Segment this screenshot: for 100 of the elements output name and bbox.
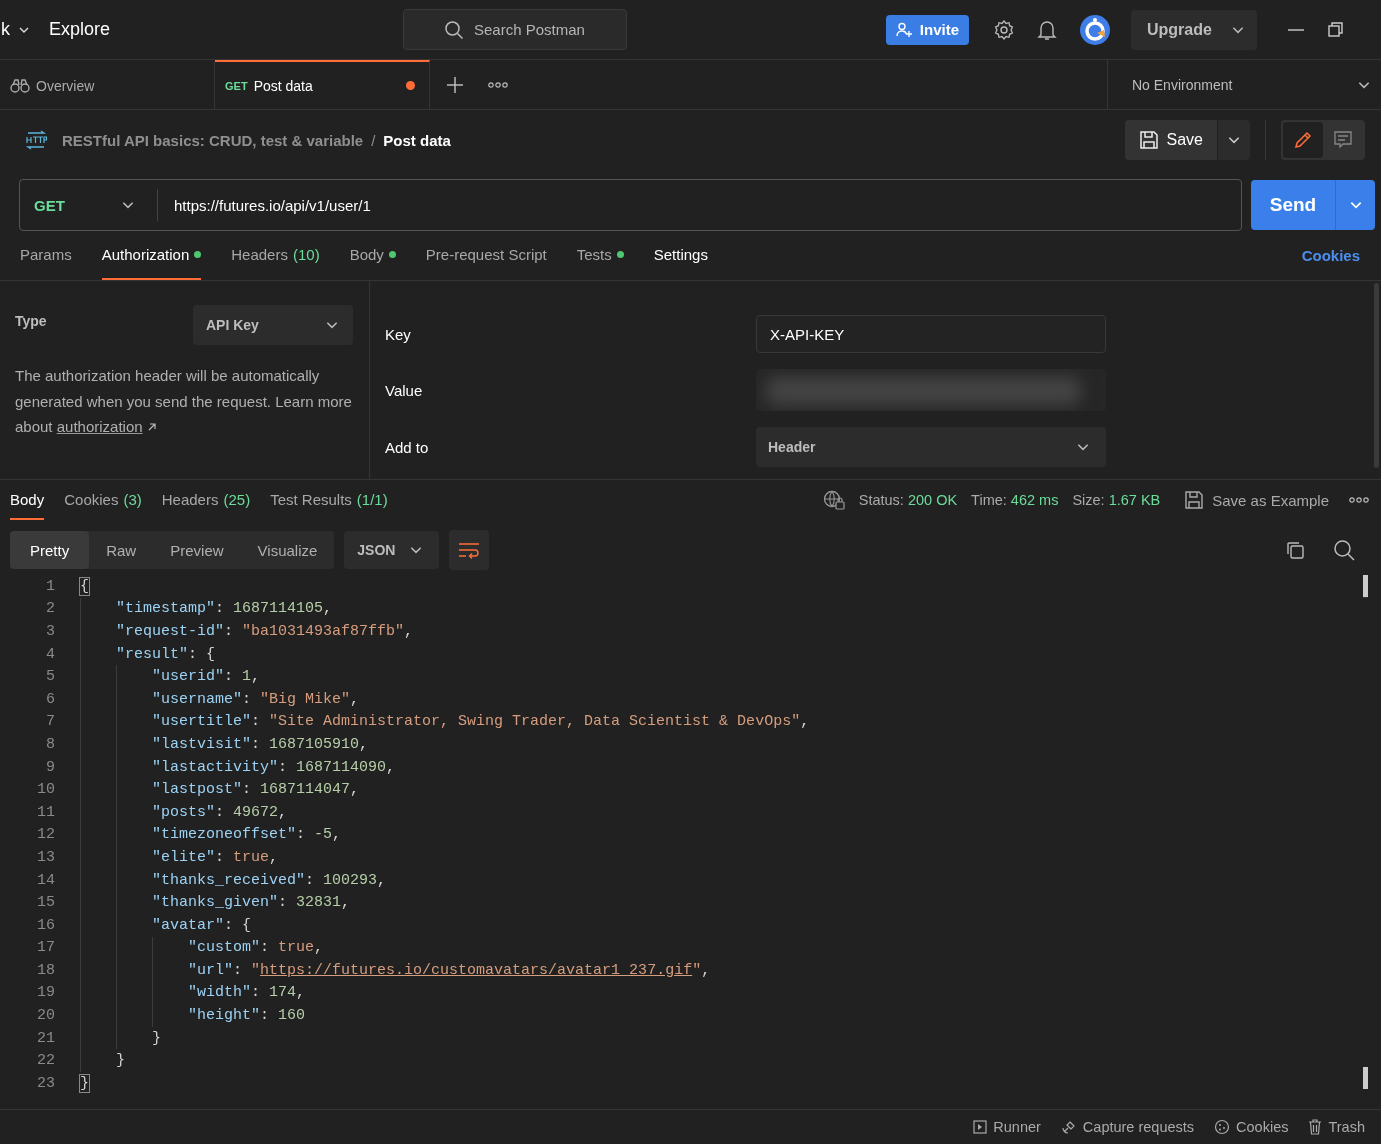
footer-button[interactable]: Cookies: [1214, 1119, 1289, 1135]
request-tab[interactable]: GET Post data: [215, 60, 430, 109]
line-number: 21: [36, 1029, 55, 1047]
restore-icon[interactable]: [1327, 20, 1345, 39]
breadcrumb-separator: /: [371, 131, 376, 149]
scroll-marker: [1363, 1067, 1368, 1089]
code-line: "height": 160: [187, 1007, 306, 1025]
line-number: 1: [45, 577, 55, 595]
request-section-tab[interactable]: Params: [20, 231, 72, 280]
line-number: 9: [45, 758, 55, 776]
wrap-lines-icon: [458, 541, 481, 559]
environment-select[interactable]: No Environment: [1107, 60, 1381, 109]
invite-button[interactable]: Invite: [885, 14, 969, 45]
field-label: Value: [385, 381, 424, 399]
format-select[interactable]: JSON: [344, 531, 440, 569]
code-line: "lastactivity": 1687114090,: [151, 758, 396, 776]
more-icon[interactable]: [488, 80, 508, 89]
send-button[interactable]: Send: [1251, 180, 1335, 230]
line-number: 7: [45, 713, 55, 731]
save-button[interactable]: Save: [1124, 120, 1217, 160]
line-number: 10: [36, 781, 55, 799]
code-line: "usertitle": "Site Administrator, Swing Trader, Data Scientist & DevOps",: [151, 713, 810, 731]
code-line: "thanks_received": 100293,: [151, 871, 387, 889]
edit-button[interactable]: [1283, 122, 1323, 158]
code-line: "timestamp": 1687114105,: [115, 600, 333, 618]
footer-button[interactable]: Runner: [973, 1119, 1041, 1135]
explore-link[interactable]: Explore: [49, 19, 111, 40]
avatar-icon[interactable]: [1079, 13, 1111, 46]
code-line: "lastvisit": 1687105910,: [151, 735, 369, 753]
line-number: 3: [45, 623, 55, 640]
cookies-link[interactable]: Cookies: [1301, 247, 1360, 264]
line-number: 16: [36, 916, 55, 934]
line-number: 2: [45, 600, 55, 618]
request-section-tab[interactable]: Authorization: [101, 231, 202, 280]
add-to-select[interactable]: Header: [756, 427, 1106, 467]
binoculars-icon: [10, 77, 30, 94]
authorization-link[interactable]: authorization: [56, 418, 157, 435]
type-label: Type: [15, 313, 47, 329]
scrollbar-thumb[interactable]: [1374, 283, 1379, 468]
request-section-tab[interactable]: Headers (10): [231, 231, 320, 280]
code-line: "username": "Big Mike",: [151, 690, 360, 708]
workspace-menu[interactable]: k: [1, 19, 10, 40]
request-section-tab[interactable]: Body: [349, 231, 396, 280]
key-field[interactable]: X-API-KEY: [756, 315, 1106, 353]
auth-type-select[interactable]: API Key: [193, 305, 353, 345]
line-number: 17: [36, 939, 55, 957]
code-line: "userid": 1,: [151, 668, 261, 686]
url-field[interactable]: https://futures.io/api/v1/user/1: [158, 195, 1241, 215]
request-url-bar[interactable]: GET https://futures.io/api/v1/user/1: [19, 179, 1242, 231]
code-line: }: [80, 1074, 89, 1092]
request-section-tab[interactable]: Tests: [576, 231, 624, 280]
line-number: 14: [36, 871, 55, 889]
more-icon[interactable]: [1349, 496, 1369, 504]
response-tab[interactable]: Test Results (1/1): [270, 480, 388, 520]
search-icon[interactable]: [1333, 539, 1355, 561]
copy-icon[interactable]: [1285, 540, 1305, 560]
response-tab[interactable]: Body: [10, 480, 45, 520]
pencil-icon: [1293, 130, 1313, 150]
upgrade-button[interactable]: Upgrade: [1131, 9, 1257, 50]
line-number: 11: [36, 803, 55, 821]
line-number: 19: [36, 984, 55, 1002]
search-field[interactable]: Search Postman: [403, 9, 627, 50]
value-field[interactable]: [756, 369, 1106, 411]
view-mode-tab[interactable]: Preview: [153, 531, 241, 569]
view-mode-tab[interactable]: Pretty: [10, 531, 90, 569]
save-as-example-button[interactable]: Save as Example: [1184, 490, 1329, 510]
code-line: "custom": true,: [187, 939, 324, 957]
wrap-lines-button[interactable]: [449, 530, 490, 570]
external-link-icon: [146, 422, 157, 432]
settings-icon[interactable]: [993, 18, 1015, 41]
code-line: "request-id": "ba1031493af87ffb",: [115, 623, 414, 640]
code-line: "timezoneoffset": -5,: [151, 826, 342, 844]
code-line: "lastpost": 1687114047,: [151, 781, 360, 799]
http-icon: [24, 130, 48, 150]
notification-bell-icon[interactable]: [1037, 18, 1057, 41]
response-tab[interactable]: Headers (25): [161, 480, 251, 520]
view-mode-tab[interactable]: Raw: [89, 531, 154, 569]
footer-button[interactable]: Trash: [1308, 1119, 1365, 1135]
line-number: 8: [45, 735, 55, 753]
field-label: Add to: [385, 438, 430, 456]
trash-icon: [1308, 1119, 1323, 1135]
method-select[interactable]: GET: [20, 189, 158, 221]
globe-lock-icon[interactable]: [822, 490, 845, 510]
line-number: 18: [36, 961, 55, 979]
scroll-marker: [1363, 575, 1368, 598]
view-mode-tab[interactable]: Visualize: [240, 531, 335, 569]
collection-link[interactable]: RESTful API basics: CRUD, test & variable: [62, 131, 364, 149]
add-person-icon: [895, 21, 914, 38]
request-section-tab[interactable]: Settings: [653, 231, 708, 280]
line-number: 5: [45, 668, 55, 686]
response-tab[interactable]: Cookies (3): [64, 480, 142, 520]
auth-description: The authorization header will be automatically generated when you send the request. Learn more about authorization: [15, 366, 353, 437]
search-input[interactable]: Search Postman: [472, 20, 626, 39]
satellite-dish-icon: [1060, 1119, 1077, 1135]
add-tab-icon[interactable]: [446, 75, 464, 94]
code-line: "url": "https://futures.io/customavatars/avatar1_237.gif",: [187, 961, 711, 979]
request-section-tab[interactable]: Pre-request Script: [425, 231, 547, 280]
code-line: }: [151, 1029, 161, 1047]
footer-button[interactable]: Capture requests: [1060, 1119, 1195, 1135]
response-metric: Size: 1.67 KB: [1072, 492, 1161, 508]
